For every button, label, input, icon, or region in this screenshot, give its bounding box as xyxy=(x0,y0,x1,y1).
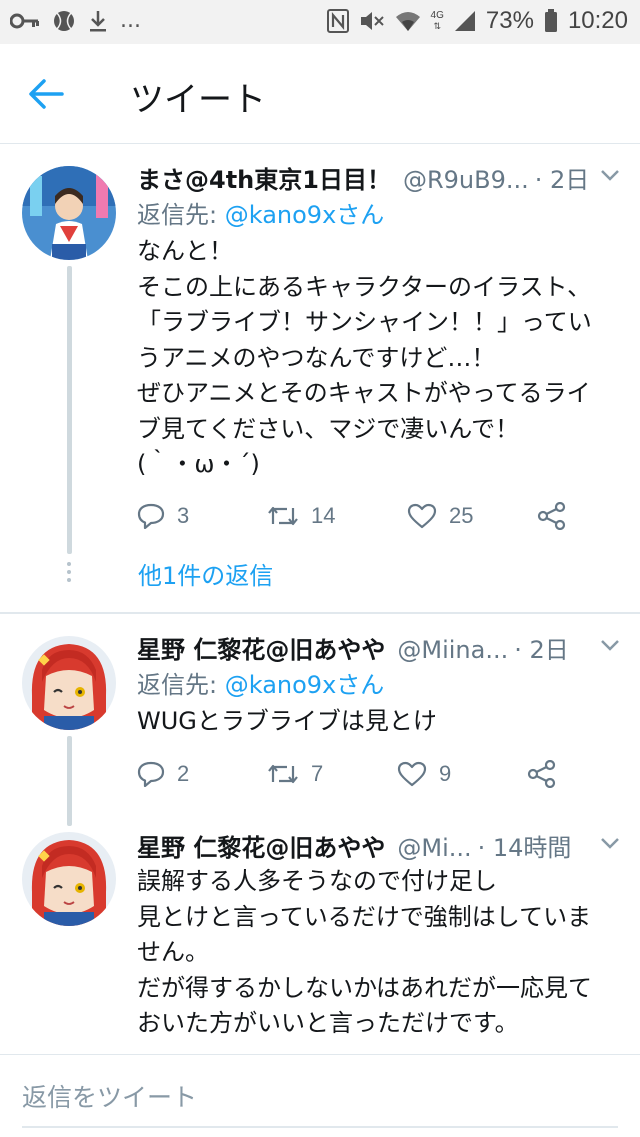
heart-icon xyxy=(397,761,427,787)
avatar[interactable] xyxy=(22,166,116,260)
tweet-actions: 2 7 9 xyxy=(137,754,597,794)
like-button[interactable]: 25 xyxy=(407,503,537,529)
tweet-body: 星野 仁黎花@旧あやや @Mi... · 14時間 誤解する人多そうなので付け足… xyxy=(137,828,620,1042)
thread-line xyxy=(67,266,72,554)
like-count: 25 xyxy=(449,503,474,528)
clock: 10:20 xyxy=(567,7,628,34)
tweet-header: 星野 仁黎花@旧あやや @Miina... · 2日 xyxy=(137,630,620,664)
battery-percent: 73% xyxy=(485,7,534,34)
reply-to: 返信先: @kano9xさん xyxy=(137,198,620,232)
tweet[interactable]: 星野 仁黎花@旧あやや @Miina... · 2日 返信先: @kano9xさ… xyxy=(0,614,640,826)
reply-prefix: 返信先: xyxy=(137,201,225,229)
thread-dots xyxy=(67,562,72,586)
retweet-icon xyxy=(268,506,298,526)
nfc-icon xyxy=(326,9,349,33)
retweet-count: 7 xyxy=(311,761,324,786)
heart-icon xyxy=(407,503,437,529)
tweet-time: · 14時間 xyxy=(477,834,572,862)
download-icon xyxy=(88,9,108,33)
reply-icon xyxy=(137,761,165,787)
battery-icon xyxy=(544,9,558,33)
tweet-time: · 2日 xyxy=(534,166,590,194)
retweet-count: 14 xyxy=(311,503,336,528)
avatar[interactable] xyxy=(22,636,116,730)
mute-icon xyxy=(359,9,385,33)
like-count: 9 xyxy=(439,761,452,786)
reply-mention[interactable]: @kano9xさん xyxy=(225,201,385,229)
share-button[interactable] xyxy=(537,502,567,530)
chevron-down-icon[interactable] xyxy=(600,834,620,853)
reply-input[interactable]: 返信をツイート xyxy=(22,1078,197,1114)
ball-icon xyxy=(52,9,76,33)
tweet-body: まさ@4th東京1日目！ @R9uB9... · 2日 返信先: @kano9x… xyxy=(137,160,620,483)
tweet-header: 星野 仁黎花@旧あやや @Mi... · 14時間 xyxy=(137,828,620,862)
share-icon xyxy=(527,760,556,788)
share-button[interactable] xyxy=(527,760,557,788)
reply-to: 返信先: @kano9xさん xyxy=(137,668,620,702)
display-name[interactable]: まさ@4th東京1日目！ xyxy=(137,160,391,195)
reply-count: 3 xyxy=(177,503,190,528)
user-handle[interactable]: @R9uB9... xyxy=(403,166,529,194)
like-button[interactable]: 9 xyxy=(397,761,527,787)
reply-button[interactable]: 3 xyxy=(137,503,267,529)
tweet-header: まさ@4th東京1日目！ @R9uB9... · 2日 xyxy=(137,160,620,194)
retweet-icon xyxy=(268,764,298,784)
back-button[interactable] xyxy=(28,74,78,114)
network-label: 4G xyxy=(430,10,444,21)
avatar[interactable] xyxy=(22,832,116,926)
display-name[interactable]: 星野 仁黎花@旧あやや xyxy=(137,630,385,665)
status-ellipsis: ... xyxy=(120,8,141,33)
tweet-time: · 2日 xyxy=(514,636,569,664)
tweet[interactable]: まさ@4th東京1日目！ @R9uB9... · 2日 返信先: @kano9x… xyxy=(0,144,640,612)
retweet-button[interactable]: 7 xyxy=(267,761,397,787)
arrow-left-icon xyxy=(29,79,64,109)
reply-mention[interactable]: @kano9xさん xyxy=(225,671,385,699)
divider xyxy=(0,1054,640,1055)
key-icon xyxy=(10,13,40,29)
chevron-down-icon[interactable] xyxy=(600,636,620,655)
status-left-icons: ... xyxy=(10,8,141,33)
retweet-button[interactable]: 14 xyxy=(267,503,407,529)
status-right: 4G ⇅ 73% 10:20 xyxy=(326,7,628,35)
more-replies-link[interactable]: 他1件の返信 xyxy=(138,556,273,591)
display-name[interactable]: 星野 仁黎花@旧あやや xyxy=(137,828,385,863)
tweet-text: なんと！ そこの上にあるキャラクターのイラスト、 「ラブライブ！サンシャイン！！… xyxy=(137,237,592,478)
chevron-down-icon[interactable] xyxy=(600,166,620,185)
tweet[interactable]: 星野 仁黎花@旧あやや @Mi... · 14時間 誤解する人多そうなので付け足… xyxy=(0,812,640,1052)
reply-icon xyxy=(137,503,165,529)
user-handle[interactable]: @Mi... xyxy=(397,834,471,862)
wifi-icon xyxy=(395,10,421,32)
tweet-text: WUGとラブライブは見とけ xyxy=(137,707,437,735)
reply-button[interactable]: 2 xyxy=(137,761,267,787)
page-title: ツイート xyxy=(130,80,266,120)
user-handle[interactable]: @Miina... xyxy=(397,636,508,664)
reply-prefix: 返信先: xyxy=(137,671,225,699)
reply-count: 2 xyxy=(177,761,190,786)
network-type: 4G ⇅ xyxy=(430,10,444,32)
signal-icon xyxy=(454,10,476,32)
tweet-body: 星野 仁黎花@旧あやや @Miina... · 2日 返信先: @kano9xさ… xyxy=(137,630,620,740)
share-icon xyxy=(537,502,566,530)
reply-input-underline xyxy=(22,1126,618,1128)
app-bar: ツイート xyxy=(0,44,640,144)
status-bar: ... 4G ⇅ 73% 10:20 xyxy=(0,0,640,44)
tweet-text: 誤解する人多そうなので付け足し 見とけと言っているだけで強制はしていま せん。 … xyxy=(137,867,593,1037)
tweet-actions: 3 14 25 xyxy=(137,496,597,536)
